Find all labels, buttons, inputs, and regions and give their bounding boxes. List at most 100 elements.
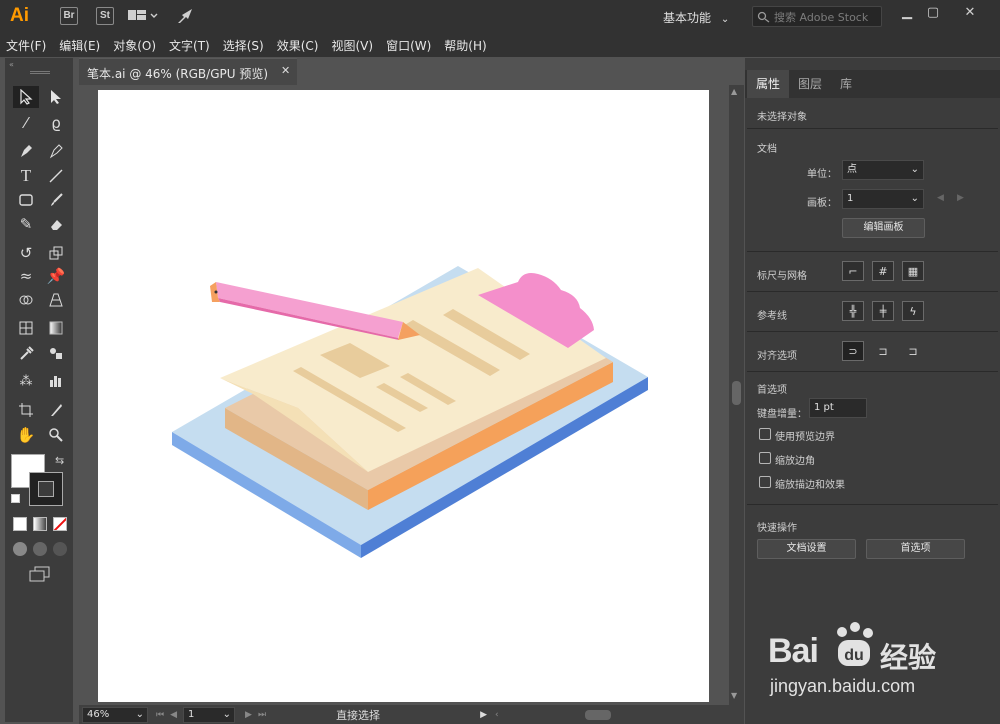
paintbrush-tool[interactable] bbox=[43, 189, 69, 211]
draw-normal-icon[interactable] bbox=[13, 542, 27, 556]
hand-tool[interactable]: ✋ bbox=[13, 424, 39, 446]
gradient-tool[interactable] bbox=[43, 317, 69, 339]
smart-guides-button[interactable]: ϟ bbox=[902, 301, 924, 321]
eyedropper-tool[interactable] bbox=[13, 342, 39, 364]
menu-edit[interactable]: 编辑(E) bbox=[59, 37, 100, 54]
direct-selection-tool[interactable] bbox=[43, 86, 69, 108]
maximize-button[interactable]: ▢ bbox=[921, 6, 945, 22]
rotate-tool[interactable]: ↺ bbox=[13, 242, 39, 264]
draw-behind-icon[interactable] bbox=[33, 542, 47, 556]
gpu-performance-button[interactable] bbox=[176, 7, 196, 28]
menu-file[interactable]: 文件(F) bbox=[6, 37, 46, 54]
symbol-sprayer-tool[interactable]: ⁂ bbox=[13, 370, 39, 392]
artboard[interactable] bbox=[98, 90, 709, 702]
zoom-tool[interactable] bbox=[43, 424, 69, 446]
gradient-mode-icon[interactable] bbox=[33, 517, 47, 531]
menu-effect[interactable]: 效果(C) bbox=[277, 37, 319, 54]
default-colors-icon[interactable] bbox=[11, 494, 20, 503]
next-artboard-panel-icon[interactable]: ▶ bbox=[957, 193, 964, 203]
draw-inside-icon[interactable] bbox=[53, 542, 67, 556]
preview-bounds-checkbox[interactable] bbox=[759, 428, 771, 440]
eraser-tool[interactable] bbox=[43, 213, 69, 235]
close-window-button[interactable]: ✕ bbox=[958, 6, 982, 22]
transparency-grid-button[interactable]: ▦ bbox=[902, 261, 924, 281]
collapse-toolbar-icon[interactable]: « bbox=[9, 60, 14, 69]
menu-view[interactable]: 视图(V) bbox=[331, 37, 373, 54]
column-graph-tool[interactable] bbox=[43, 370, 69, 392]
scroll-down-arrow-icon[interactable]: ▼ bbox=[731, 691, 737, 700]
app-logo: Ai bbox=[10, 5, 29, 26]
shaper-tool[interactable]: ✎ bbox=[13, 213, 39, 235]
bridge-button[interactable]: Br bbox=[60, 7, 78, 25]
snap-to-glyph-button[interactable]: ⊐ bbox=[902, 341, 924, 361]
snap-to-point-button[interactable]: ⊃ bbox=[842, 341, 864, 361]
mesh-tool[interactable] bbox=[13, 317, 39, 339]
menu-window[interactable]: 窗口(W) bbox=[386, 37, 431, 54]
menu-object[interactable]: 对象(O) bbox=[113, 37, 156, 54]
tab-libraries[interactable]: 库 bbox=[831, 70, 861, 98]
blend-tool[interactable] bbox=[43, 342, 69, 364]
toolbar-grip[interactable] bbox=[30, 71, 50, 74]
vertical-scrollbar[interactable]: ▲ ▼ bbox=[729, 85, 744, 705]
prev-artboard-panel-icon[interactable]: ◀ bbox=[937, 193, 944, 203]
prev-artboard-icon[interactable]: ◀ bbox=[170, 710, 177, 720]
workspace-label: 基本功能 bbox=[663, 11, 712, 25]
menu-select[interactable]: 选择(S) bbox=[223, 37, 264, 54]
menu-help[interactable]: 帮助(H) bbox=[444, 37, 486, 54]
scale-corners-checkbox[interactable] bbox=[759, 452, 771, 464]
shape-builder-tool[interactable] bbox=[13, 289, 39, 311]
preferences-button[interactable]: 首选项 bbox=[866, 539, 965, 559]
type-tool[interactable]: T bbox=[13, 165, 39, 187]
none-mode-icon[interactable] bbox=[53, 517, 67, 531]
snap-to-pixel-button[interactable]: ⊐ bbox=[872, 341, 894, 361]
arrange-documents-button[interactable] bbox=[128, 9, 158, 23]
next-artboard-icon[interactable]: ▶ bbox=[245, 710, 252, 720]
stock-button[interactable]: St bbox=[96, 7, 114, 25]
tab-properties[interactable]: 属性 bbox=[747, 70, 790, 98]
curvature-tool[interactable] bbox=[43, 140, 69, 162]
horizontal-scroll-thumb[interactable] bbox=[584, 709, 611, 720]
document-setup-button[interactable]: 文档设置 bbox=[757, 539, 856, 559]
workspace-switcher[interactable]: 基本功能 ⌄ bbox=[663, 9, 729, 26]
artboard-dropdown[interactable]: 1 ⌄ bbox=[842, 189, 924, 209]
last-artboard-icon[interactable]: ⏭ bbox=[258, 710, 266, 720]
tab-layers[interactable]: 图层 bbox=[789, 70, 831, 98]
artboard-nav-dropdown[interactable]: 1 ⌄ bbox=[183, 706, 236, 723]
document-tab[interactable]: 笔本.ai @ 46% (RGB/GPU 预览) ✕ bbox=[79, 58, 297, 85]
stock-search-input[interactable]: 搜索 Adobe Stock bbox=[752, 6, 882, 27]
magic-wand-tool[interactable]: ⁄ bbox=[13, 112, 39, 134]
width-tool[interactable]: ≈ bbox=[13, 265, 39, 287]
stroke-swatch[interactable] bbox=[29, 472, 63, 506]
first-artboard-icon[interactable]: ⏮ bbox=[156, 710, 164, 720]
scroll-left-arrow-icon[interactable]: ‹ bbox=[495, 710, 499, 720]
show-rulers-button[interactable]: ⌐ bbox=[842, 261, 864, 281]
scale-tool[interactable] bbox=[43, 242, 69, 264]
width-icon: ≈ bbox=[19, 267, 33, 285]
scroll-up-arrow-icon[interactable]: ▲ bbox=[731, 87, 737, 96]
zoom-dropdown[interactable]: 46% ⌄ bbox=[82, 706, 148, 723]
unit-dropdown[interactable]: 点 ⌄ bbox=[842, 160, 924, 180]
close-tab-icon[interactable]: ✕ bbox=[281, 64, 290, 77]
scale-strokes-checkbox[interactable] bbox=[759, 476, 771, 488]
lock-guides-button[interactable]: ╪ bbox=[872, 301, 894, 321]
vertical-scroll-thumb[interactable] bbox=[732, 381, 741, 405]
minimize-button[interactable]: ▁ bbox=[895, 6, 919, 22]
pen-tool[interactable] bbox=[13, 140, 39, 162]
screen-mode-button[interactable] bbox=[29, 566, 51, 582]
show-guides-button[interactable]: ╬ bbox=[842, 301, 864, 321]
puppet-warp-tool[interactable]: 📌 bbox=[43, 265, 69, 287]
perspective-grid-tool[interactable] bbox=[43, 289, 69, 311]
menu-type[interactable]: 文字(T) bbox=[169, 37, 210, 54]
edit-artboard-button[interactable]: 编辑画板 bbox=[842, 218, 925, 238]
swap-fill-stroke-icon[interactable]: ⇆ bbox=[55, 454, 64, 467]
selection-tool[interactable] bbox=[13, 86, 39, 108]
status-menu-arrow-icon[interactable]: ▶ bbox=[480, 710, 487, 720]
color-mode-icon[interactable] bbox=[13, 517, 27, 531]
lasso-tool[interactable]: ϱ bbox=[43, 112, 69, 134]
keyboard-increment-input[interactable]: 1 pt bbox=[809, 398, 867, 418]
show-grid-button[interactable]: # bbox=[872, 261, 894, 281]
line-segment-tool[interactable] bbox=[43, 165, 69, 187]
artboard-tool[interactable] bbox=[13, 399, 39, 421]
rectangle-tool[interactable] bbox=[13, 189, 39, 211]
slice-tool[interactable] bbox=[43, 399, 69, 421]
